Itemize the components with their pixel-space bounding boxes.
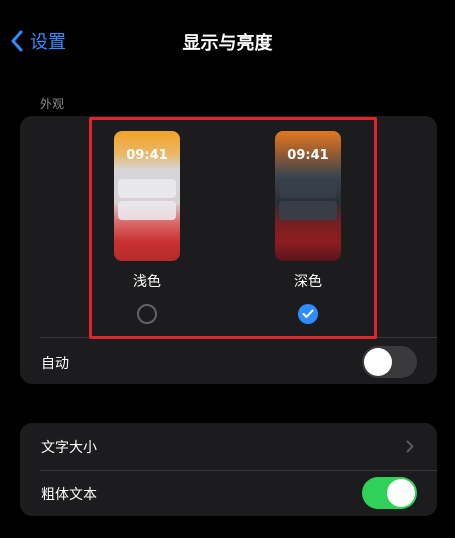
toggle-knob [364,348,392,376]
text-size-label: 文字大小 [41,439,97,456]
text-settings-card: 文字大小 粗体文本 [20,423,437,516]
bold-text-row: 粗体文本 [20,471,437,516]
auto-row: 自动 [20,341,437,384]
auto-label: 自动 [41,355,69,372]
toggle-knob [387,479,415,507]
page-title: 显示与亮度 [182,33,273,54]
text-size-row[interactable]: 文字大小 [20,423,437,470]
highlight-box [89,117,377,339]
bold-text-label: 粗体文本 [41,486,97,503]
auto-toggle[interactable] [362,346,417,378]
bold-text-toggle[interactable] [362,477,417,509]
appearance-section-header: 外观 [40,97,65,111]
chevron-right-icon [406,440,414,453]
navigation-bar: 设置 显示与亮度 [0,0,455,80]
